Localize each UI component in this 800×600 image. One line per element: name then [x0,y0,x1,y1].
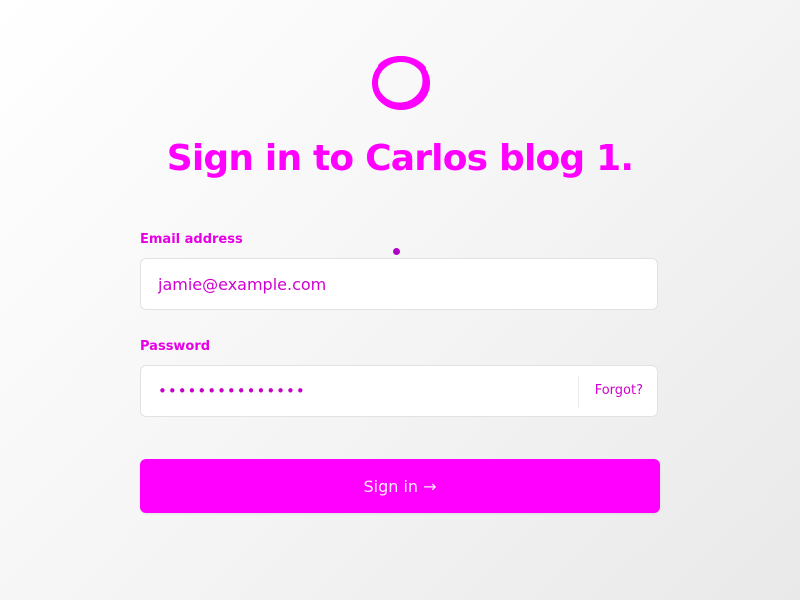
page-title: Sign in to Carlos blog 1. [166,138,634,179]
cursor-dot [393,248,400,255]
password-field[interactable] [141,366,578,416]
password-label: Password [140,339,211,354]
email-field-container [140,258,658,310]
sign-in-button[interactable]: Sign in → [140,459,660,513]
email-field[interactable] [141,259,657,309]
password-divider [578,376,579,408]
password-field-container: Forgot? [140,365,658,417]
circle-logo-icon [372,56,430,110]
forgot-password-link[interactable]: Forgot? [595,366,643,416]
email-label: Email address [140,232,243,247]
